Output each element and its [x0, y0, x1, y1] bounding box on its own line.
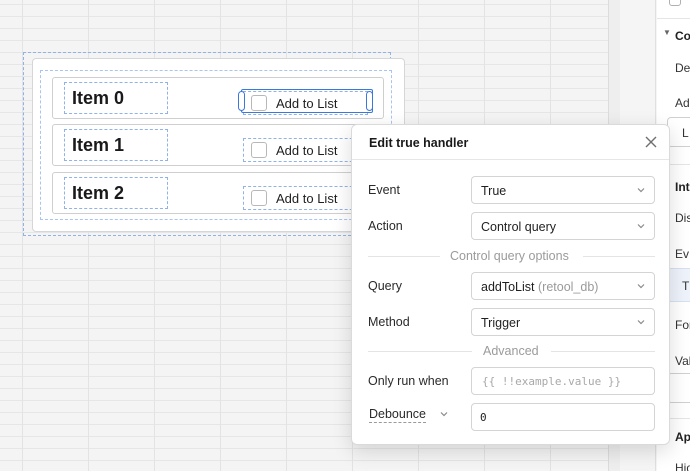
event-handler-text: T	[682, 279, 690, 293]
inspector-label-hidden: Hid	[675, 461, 690, 471]
chevron-down-icon[interactable]	[440, 410, 448, 418]
divider	[368, 256, 440, 257]
inspector-section-interaction[interactable]: Int	[675, 180, 690, 194]
divider	[551, 351, 655, 352]
resize-handle-right[interactable]	[366, 91, 373, 111]
edit-handler-popover: Edit true handler Event True Action Cont…	[351, 124, 670, 445]
method-select-value: Trigger	[481, 316, 521, 330]
inspector-label-input[interactable]: L	[667, 117, 690, 147]
method-label: Method	[368, 315, 410, 329]
checkbox-label: Add to List	[276, 191, 338, 206]
debounce-toggle[interactable]: Debounce	[369, 407, 426, 423]
query-name: addToList	[481, 280, 535, 294]
inspector-section-appearance[interactable]: Ap	[675, 430, 690, 444]
query-select[interactable]: addToList (retool_db)	[471, 272, 655, 300]
inspector-label-form: For	[675, 318, 690, 332]
only-run-when-input[interactable]: {{ !!example.value }}	[471, 367, 655, 395]
only-run-when-placeholder: {{ !!example.value }}	[482, 375, 622, 388]
query-label: Query	[368, 279, 403, 293]
event-select[interactable]: True	[471, 176, 655, 204]
action-select-value: Control query	[481, 220, 557, 234]
checkbox-label: Add to List	[276, 143, 338, 158]
method-select[interactable]: Trigger	[471, 308, 655, 336]
advanced-heading: Advanced	[483, 344, 539, 358]
event-label: Event	[368, 183, 400, 197]
popover-title: Edit true handler	[369, 136, 469, 150]
query-resource: (retool_db)	[538, 280, 599, 294]
chevron-down-icon	[637, 188, 645, 193]
divider	[657, 18, 690, 19]
resize-handle-left[interactable]	[238, 91, 245, 111]
list-item-title: Item 1	[72, 135, 125, 155]
add-to-list-checkbox[interactable]	[251, 190, 267, 206]
divider	[583, 256, 655, 257]
inspector-checkbox[interactable]	[669, 0, 681, 6]
inspector-input-value: L	[682, 126, 689, 140]
chevron-down-icon	[637, 224, 645, 229]
chevron-down-icon	[637, 320, 645, 325]
list-item-row[interactable]: Item 2 Add to List	[52, 172, 384, 214]
list-item-title: Item 2	[72, 183, 125, 203]
control-query-options-heading: Control query options	[450, 249, 569, 263]
close-icon[interactable]	[643, 134, 659, 150]
query-select-value: addToList (retool_db)	[481, 280, 598, 294]
chevron-down-icon	[637, 284, 645, 289]
event-select-value: True	[481, 184, 507, 198]
inspector-label-default: De	[675, 61, 690, 75]
inspector-label-event-handlers: Ev	[675, 247, 690, 261]
only-run-when-label: Only run when	[368, 374, 449, 388]
inspector-section-content[interactable]: Co	[675, 29, 690, 43]
action-select[interactable]: Control query	[471, 212, 655, 240]
inspector-label-disabled: Dis	[675, 211, 690, 225]
debounce-value: 0	[480, 411, 487, 424]
inspector-value-input[interactable]	[667, 373, 690, 403]
add-to-list-checkbox[interactable]	[251, 142, 267, 158]
inspector-label-value: Val	[675, 354, 690, 368]
list-item-title: Item 0	[72, 88, 125, 108]
list-item-row[interactable]: Item 1 Add to List	[52, 124, 384, 166]
selected-component-outline[interactable]	[241, 89, 373, 113]
collapse-chevron-icon[interactable]: ▼	[663, 28, 671, 37]
action-label: Action	[368, 219, 403, 233]
event-handler-item[interactable]: T	[667, 268, 690, 302]
inspector-label-add: Ad	[675, 96, 690, 110]
debounce-input[interactable]: 0	[471, 403, 655, 431]
divider	[368, 351, 472, 352]
divider	[352, 159, 669, 160]
